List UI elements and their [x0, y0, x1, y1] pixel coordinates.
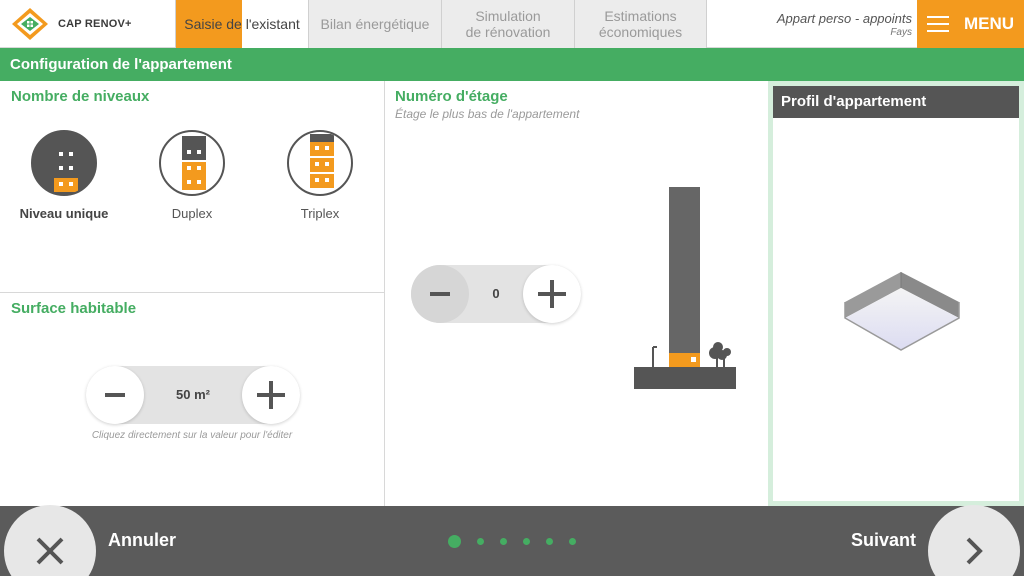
level-option-label: Niveau unique	[19, 206, 109, 221]
next-button[interactable]	[928, 505, 1020, 576]
surface-title: Surface habitable	[11, 300, 137, 317]
plus-icon	[538, 280, 566, 308]
step-dot	[477, 538, 484, 545]
app-logo[interactable]: CAP RENOV+	[8, 6, 168, 42]
top-bar: CAP RENOV+ Saisie de l'existant Bilan én…	[0, 0, 1024, 48]
plus-icon	[257, 381, 285, 409]
minus-icon	[430, 292, 450, 296]
duplex-icon	[159, 130, 225, 196]
menu-button[interactable]: MENU	[917, 0, 1024, 48]
floor-stepper: 0	[411, 265, 581, 323]
step-dot	[500, 538, 507, 545]
menu-label: MENU	[964, 14, 1015, 33]
tab-label: Bilan énergétique	[320, 16, 430, 32]
panel-divider	[0, 292, 384, 293]
footer-bar: Annuler Suivant	[0, 505, 1024, 576]
project-info: Appart perso - appoints Fays	[777, 11, 912, 38]
level-option-duplex[interactable]: Duplex	[137, 130, 247, 221]
apartment-3d-shape	[844, 272, 960, 351]
level-option-triplex[interactable]: Triplex	[265, 130, 375, 221]
surface-stepper: 50 m²	[86, 366, 300, 424]
level-option-single[interactable]: Niveau unique	[9, 130, 119, 221]
cancel-button[interactable]	[4, 505, 96, 576]
tab-label: Estimations économiques	[598, 8, 683, 40]
logo-icon	[12, 8, 48, 40]
panel-divider	[384, 81, 385, 506]
section-title: Configuration de l'appartement	[0, 48, 1024, 81]
surface-hint: Cliquez directement sur la valeur pour l…	[91, 430, 293, 441]
tab-bilan-energetique[interactable]: Bilan énergétique	[308, 0, 441, 48]
floor-value[interactable]: 0	[469, 265, 523, 323]
minus-icon	[105, 393, 125, 397]
cancel-label[interactable]: Annuler	[108, 530, 176, 551]
project-name: Appart perso - appoints	[776, 11, 912, 26]
next-label[interactable]: Suivant	[851, 530, 916, 551]
tab-saisie-existant[interactable]: Saisie de l'existant	[175, 0, 308, 48]
triplex-icon	[287, 130, 353, 196]
profile-panel: Profil d'appartement	[768, 81, 1024, 506]
app-name: CAP RENOV+	[58, 18, 132, 30]
step-indicator	[448, 535, 592, 548]
floor-increase-button[interactable]	[523, 265, 581, 323]
floor-subtitle: Étage le plus bas de l'appartement	[395, 107, 580, 121]
step-dot	[569, 538, 576, 545]
tab-label: Saisie de l'existant	[184, 16, 300, 32]
floor-decrease-button[interactable]	[411, 265, 469, 323]
floor-title: Numéro d'étage	[395, 88, 508, 105]
step-dot	[523, 538, 530, 545]
project-location: Fays	[890, 27, 912, 38]
close-icon	[36, 537, 64, 565]
surface-value[interactable]: 50 m²	[144, 366, 242, 424]
tab-estimations-economiques[interactable]: Estimations économiques	[574, 0, 707, 48]
single-level-icon	[31, 130, 97, 196]
chevron-right-icon	[966, 537, 983, 565]
surface-decrease-button[interactable]	[86, 366, 144, 424]
level-option-label: Triplex	[300, 206, 340, 221]
profile-card: Profil d'appartement	[773, 86, 1019, 501]
step-dot	[546, 538, 553, 545]
levels-title: Nombre de niveaux	[11, 88, 150, 105]
tab-simulation-renovation[interactable]: Simulation de rénovation	[441, 0, 574, 48]
level-option-label: Duplex	[171, 206, 213, 221]
profile-title: Profil d'appartement	[773, 86, 1019, 118]
building-floor-illustration	[634, 187, 736, 389]
step-dot-active	[448, 535, 461, 548]
tab-label: Simulation de rénovation	[465, 8, 551, 40]
hamburger-icon	[927, 16, 949, 32]
surface-increase-button[interactable]	[242, 366, 300, 424]
